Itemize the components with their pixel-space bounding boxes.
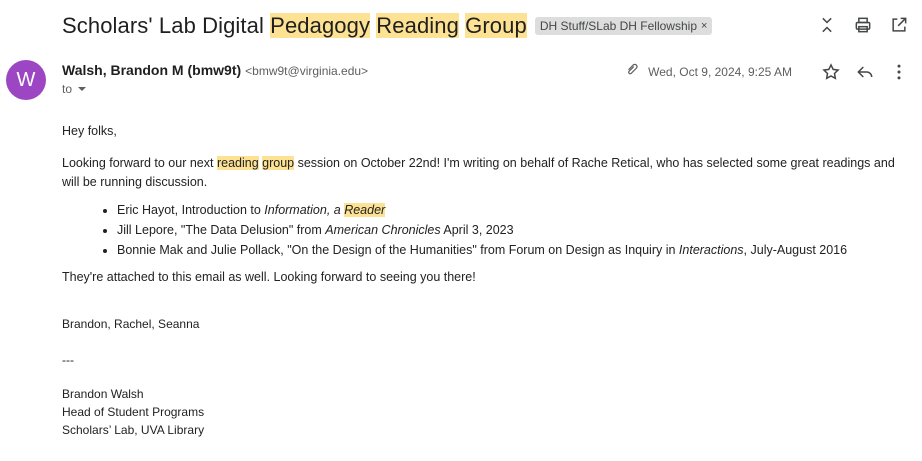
email-subject: Scholars' Lab Digital Pedagogy Reading G… <box>62 13 527 39</box>
label-chip-text: DH Stuff/SLab DH Fellowship <box>539 19 697 33</box>
sender-row: Walsh, Brandon M (bmw9t) <bmw9t@virginia… <box>62 62 368 78</box>
item-text: Eric Hayot, Introduction to <box>117 203 265 217</box>
greeting: Hey folks, <box>62 124 117 138</box>
subject-highlight: Reading <box>376 13 459 38</box>
print-button[interactable] <box>852 14 874 36</box>
open-new-window-button[interactable] <box>888 14 910 36</box>
label-chip[interactable]: DH Stuff/SLab DH Fellowship × <box>534 17 713 35</box>
subject-row: Scholars' Lab Digital Pedagogy Reading G… <box>62 10 713 42</box>
list-item: Jill Lepore, "The Data Delusion" from Am… <box>117 221 912 240</box>
subject-highlight: Pedagogy <box>270 13 371 38</box>
attachment-indicator <box>624 60 642 83</box>
unfold-icon <box>822 17 832 33</box>
item-italic: Interactions <box>678 243 744 257</box>
star-button[interactable] <box>820 61 842 83</box>
expand-all-button[interactable] <box>816 14 838 36</box>
subject-highlight: Group <box>465 13 527 38</box>
star-icon <box>822 62 840 80</box>
list-item: Bonnie Mak and Julie Pollack, "On the De… <box>117 241 912 260</box>
signature-org: Scholars’ Lab, UVA Library <box>62 423 205 437</box>
signoff: Brandon, Rachel, Seanna <box>62 317 200 331</box>
signature-title: Head of Student Programs <box>62 405 205 419</box>
chevron-down-icon[interactable] <box>78 87 87 91</box>
thread-actions <box>816 14 910 36</box>
item-text: Bonnie Mak and Julie Pollack, "On the De… <box>117 243 679 257</box>
signature-name: Brandon Walsh <box>62 387 144 401</box>
paperclip-icon <box>628 63 638 75</box>
signature-separator: --- <box>62 353 74 367</box>
body-paragraph: Looking forward to our next reading grou… <box>62 154 912 192</box>
subject-text: Scholars' Lab Digital <box>62 13 271 38</box>
reply-icon <box>857 65 873 78</box>
avatar[interactable]: W <box>6 60 46 100</box>
item-text: , July-August 2016 <box>743 243 848 257</box>
sender-name[interactable]: Walsh, Brandon M (bmw9t) <box>62 62 241 78</box>
reply-button[interactable] <box>854 61 876 83</box>
message-date: Wed, Oct 9, 2024, 9:25 AM <box>648 64 792 79</box>
list-item: Eric Hayot, Introduction to Information,… <box>117 201 912 220</box>
body-highlight: group <box>262 156 295 170</box>
more-options-button[interactable] <box>888 61 910 83</box>
item-italic: Information, a <box>264 203 345 217</box>
message-meta: Wed, Oct 9, 2024, 9:25 AM <box>624 60 910 83</box>
item-italic: American Chronicles <box>325 223 441 237</box>
print-icon <box>855 17 871 33</box>
open-in-new-icon <box>892 17 907 32</box>
sender-email: <bmw9t@virginia.edu> <box>245 64 369 78</box>
message-body: Hey folks, Looking forward to our next r… <box>62 122 912 439</box>
item-highlight: Reader <box>344 203 386 217</box>
signature-block: Brandon Walsh Head of Student Programs S… <box>62 385 912 439</box>
item-text: Jill Lepore, "The Data Delusion" from <box>117 223 326 237</box>
readings-list: Eric Hayot, Introduction to Information,… <box>117 201 912 260</box>
body-paragraph: They're attached to this email as well. … <box>62 270 476 284</box>
item-text: April 3, 2023 <box>440 223 514 237</box>
body-highlight: reading <box>216 156 259 170</box>
to-label: to <box>62 82 73 96</box>
body-text: Looking forward to our next <box>62 156 217 170</box>
remove-label-icon[interactable]: × <box>701 17 707 35</box>
more-vert-icon <box>897 64 901 79</box>
recipients-row: to <box>62 82 87 96</box>
